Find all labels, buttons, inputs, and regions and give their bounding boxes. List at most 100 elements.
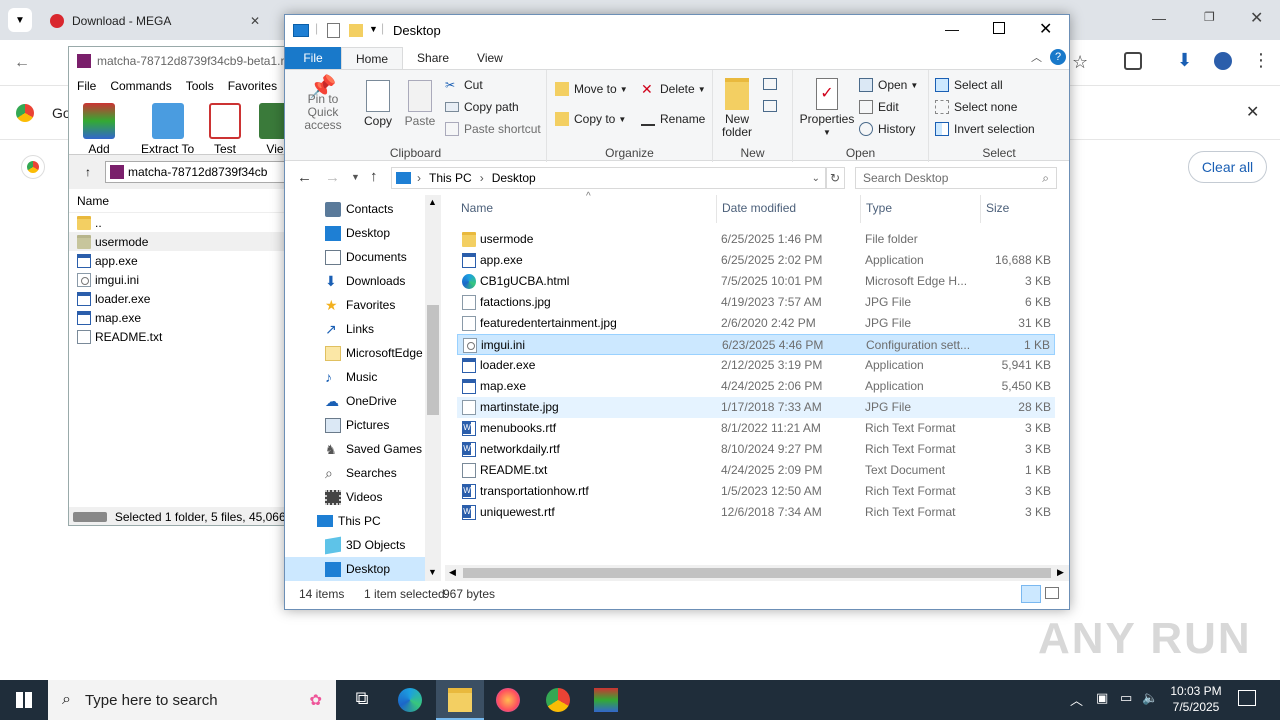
easy-access-icon[interactable] xyxy=(763,100,777,112)
breadcrumb-desktop[interactable]: Desktop xyxy=(492,171,536,185)
invert-selection-button[interactable]: Invert selection xyxy=(935,122,1035,136)
close-icon[interactable]: ✕ xyxy=(1246,102,1259,122)
horizontal-scrollbar[interactable]: ◀ ▶ xyxy=(445,565,1069,581)
nav-item-this-pc[interactable]: This PC xyxy=(317,509,381,533)
file-row[interactable]: martinstate.jpg 1/17/2018 7:33 AM JPG File… xyxy=(457,397,1055,418)
help-icon[interactable]: ? xyxy=(1050,49,1066,65)
tab-file[interactable]: File xyxy=(285,47,341,69)
minimize-button[interactable]: — xyxy=(945,21,959,37)
list-item[interactable]: loader.exe xyxy=(69,289,287,308)
chevron-down-icon[interactable]: ▼ xyxy=(369,24,378,34)
test-button[interactable]: Test xyxy=(209,103,241,156)
menu-favorites[interactable]: Favorites xyxy=(228,79,277,93)
horizontal-scroll-thumb[interactable] xyxy=(463,568,1051,578)
select-none-button[interactable]: Select none xyxy=(935,100,1017,114)
collapse-ribbon-icon[interactable]: ︿ xyxy=(1031,49,1042,65)
details-view-icon[interactable] xyxy=(1021,585,1041,603)
taskbar-clock[interactable]: 10:03 PM 7/5/2025 xyxy=(1162,683,1230,715)
menu-file[interactable]: File xyxy=(77,79,96,93)
nav-item-3d-objects[interactable]: 3D Objects xyxy=(325,533,405,557)
nav-scroll-thumb[interactable] xyxy=(427,305,439,415)
nav-item-searches[interactable]: ⌕ Searches xyxy=(325,461,397,485)
winrar-path-field[interactable]: matcha-78712d8739f34cb xyxy=(105,161,287,183)
up-arrow-icon[interactable]: ↑ xyxy=(85,165,91,179)
nav-item-saved-games[interactable]: ♞ Saved Games xyxy=(325,437,422,461)
pin-quick-access-button[interactable]: 📌 Pin to Quick access xyxy=(291,76,355,132)
file-row[interactable]: loader.exe 2/12/2025 3:19 PM Application 5,… xyxy=(457,355,1055,376)
minimize-button[interactable]: — xyxy=(1152,10,1166,26)
column-divider[interactable] xyxy=(860,195,861,223)
add-button[interactable]: Add xyxy=(83,103,115,156)
paste-shortcut-button[interactable]: Paste shortcut xyxy=(445,122,541,136)
history-button[interactable]: History xyxy=(859,122,915,136)
profile-avatar-icon[interactable] xyxy=(1214,52,1232,70)
list-item[interactable]: imgui.ini xyxy=(69,270,287,289)
copy-to-button[interactable]: Copy to ▼ xyxy=(555,112,626,126)
menu-dots-icon[interactable]: ⋮ xyxy=(1252,50,1270,71)
winrar-taskbar-icon[interactable] xyxy=(594,688,618,712)
notifications-icon[interactable] xyxy=(1238,690,1256,706)
star-icon[interactable]: ☆ xyxy=(1072,52,1088,73)
back-arrow-icon[interactable]: ← xyxy=(297,169,312,186)
back-arrow-icon[interactable]: ← xyxy=(14,54,30,72)
edge-taskbar-icon[interactable] xyxy=(398,688,422,712)
new-item-icon[interactable] xyxy=(763,78,777,90)
breadcrumb-this-pc[interactable]: This PC xyxy=(429,171,472,185)
nav-item-downloads[interactable]: ⬇ Downloads xyxy=(325,269,405,293)
nav-item-desktop[interactable]: Desktop xyxy=(325,221,390,245)
large-icons-view-icon[interactable] xyxy=(1045,587,1059,599)
file-row[interactable]: app.exe 6/25/2025 2:02 PM Application 16,68… xyxy=(457,250,1055,271)
list-item[interactable]: README.txt xyxy=(69,327,287,346)
file-row[interactable]: fatactions.jpg 4/19/2023 7:57 AM JPG File 6… xyxy=(457,292,1055,313)
tab-share[interactable]: Share xyxy=(403,47,463,69)
edit-button[interactable]: Edit xyxy=(859,100,899,114)
properties-quick-icon[interactable] xyxy=(327,23,340,38)
column-divider[interactable] xyxy=(980,195,981,223)
nav-item-contacts[interactable]: Contacts xyxy=(325,197,393,221)
menu-commands[interactable]: Commands xyxy=(110,79,171,93)
forward-arrow-icon[interactable]: → xyxy=(325,169,340,186)
up-arrow-icon[interactable]: ↑ xyxy=(370,168,378,185)
file-row[interactable]: networkdaily.rtf 8/10/2024 9:27 PM Rich Te… xyxy=(457,439,1055,460)
firefox-taskbar-icon[interactable] xyxy=(496,688,520,712)
recent-locations-chevron-icon[interactable]: ▼ xyxy=(351,172,360,182)
properties-button[interactable]: ✓ Properties ▼ xyxy=(800,78,854,139)
refresh-button[interactable]: ↻ xyxy=(825,167,845,189)
file-row[interactable]: CB1gUCBA.html 7/5/2025 10:01 PM Microsoft … xyxy=(457,271,1055,292)
extract-to-button[interactable]: Extract To xyxy=(141,103,194,156)
delete-button[interactable]: ✕ Delete ▼ xyxy=(641,82,706,96)
windows-start-icon[interactable] xyxy=(16,692,32,708)
scroll-down-icon[interactable]: ▼ xyxy=(428,567,437,577)
nav-item-documents[interactable]: Documents xyxy=(325,245,407,269)
select-all-button[interactable]: Select all xyxy=(935,78,1003,92)
close-icon[interactable]: ✕ xyxy=(250,14,260,28)
nav-item-desktop-selected[interactable]: Desktop xyxy=(285,557,425,581)
scroll-up-icon[interactable]: ▲ xyxy=(428,197,437,207)
paste-button[interactable]: Paste xyxy=(403,80,437,128)
address-bar[interactable]: › This PC › Desktop ⌄ xyxy=(391,167,827,189)
task-view-icon[interactable]: ⧉ xyxy=(350,688,374,712)
chrome-taskbar-icon[interactable] xyxy=(546,688,570,712)
nav-item-links[interactable]: ↗ Links xyxy=(325,317,374,341)
open-button[interactable]: Open ▼ xyxy=(859,78,918,92)
tab-search-button[interactable]: ▼ xyxy=(8,8,32,32)
column-header-type[interactable]: Type xyxy=(866,201,892,215)
new-folder-button[interactable]: New folder xyxy=(717,78,757,139)
download-icon[interactable]: ⬇ xyxy=(1177,50,1192,71)
nav-item-favorites[interactable]: ★ Favorites xyxy=(325,293,395,317)
file-row[interactable]: menubooks.rtf 8/1/2022 11:21 AM Rich Text … xyxy=(457,418,1055,439)
close-window-button[interactable]: ✕ xyxy=(1250,8,1263,28)
column-header-date[interactable]: Date modified xyxy=(722,201,796,215)
nav-scrollbar[interactable]: ▲ ▼ xyxy=(425,195,441,581)
column-header-size[interactable]: Size xyxy=(986,201,1009,215)
nav-item-microsoftedge[interactable]: MicrosoftEdge xyxy=(325,341,423,365)
nav-item-music[interactable]: ♪ Music xyxy=(325,365,377,389)
menu-tools[interactable]: Tools xyxy=(186,79,214,93)
extensions-icon[interactable] xyxy=(1124,52,1142,70)
tab-view[interactable]: View xyxy=(463,47,517,69)
column-divider[interactable] xyxy=(716,195,717,223)
search-box[interactable]: Search Desktop ⌕ xyxy=(855,167,1057,189)
file-row[interactable]: README.txt 4/24/2025 2:09 PM Text Document… xyxy=(457,460,1055,481)
cut-button[interactable]: ✂ Cut xyxy=(445,78,483,92)
device-icon[interactable]: ▣ xyxy=(1096,690,1108,706)
